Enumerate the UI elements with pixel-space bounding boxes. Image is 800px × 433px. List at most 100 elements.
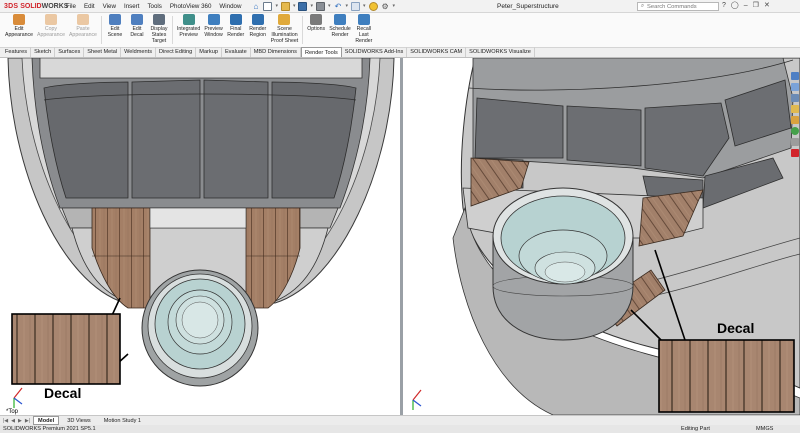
- paste-appearance-icon: [76, 14, 89, 25]
- recall-button[interactable]: Recall Last Render: [353, 13, 375, 47]
- home-tab-icon[interactable]: [791, 72, 799, 80]
- save-caret-icon[interactable]: ▾: [310, 3, 313, 9]
- menu-window[interactable]: Window: [215, 3, 245, 10]
- new-document-icon[interactable]: [263, 1, 273, 11]
- final-render-button[interactable]: Final Render: [225, 13, 247, 47]
- appearance-icon: [12, 14, 25, 25]
- logo-solid: SOLID: [20, 2, 42, 10]
- print-icon[interactable]: [315, 1, 325, 11]
- bottom-tab-motion-study-1[interactable]: Motion Study 1: [99, 416, 146, 425]
- print-caret-icon[interactable]: ▾: [328, 3, 331, 9]
- tab-surfaces[interactable]: Surfaces: [55, 47, 85, 57]
- solidworks-forum-icon[interactable]: [791, 149, 799, 157]
- select-caret-icon[interactable]: ▾: [363, 3, 366, 9]
- options-caret-icon[interactable]: ▾: [393, 3, 396, 9]
- options-button[interactable]: Options: [305, 13, 327, 47]
- integrated-preview-icon: [182, 14, 195, 25]
- tab-weldments[interactable]: Weldments: [121, 47, 157, 57]
- window-panel: [566, 105, 642, 167]
- window-panel: [474, 97, 564, 159]
- appearances-icon[interactable]: [791, 127, 799, 135]
- schedule-button[interactable]: Schedule Render: [327, 13, 353, 47]
- preview-window-button[interactable]: Preview Window: [202, 13, 224, 47]
- appearance-button[interactable]: Edit Appearance: [3, 13, 35, 47]
- view-palette-icon[interactable]: [791, 116, 799, 124]
- open-folder-icon[interactable]: [280, 1, 290, 11]
- open-caret-icon[interactable]: ▾: [293, 3, 296, 9]
- file-explorer-icon[interactable]: [791, 105, 799, 113]
- tab-sketch[interactable]: Sketch: [31, 47, 56, 57]
- decal-icon: [130, 14, 143, 25]
- ribbon-button-label: Copy Appearance: [36, 26, 65, 38]
- unit-system[interactable]: MMGS: [756, 426, 773, 432]
- bottom-tab-3d-views[interactable]: 3D Views: [62, 416, 96, 425]
- ribbon-button-label: Options: [307, 26, 326, 32]
- ribbon-button-label: Paste Appearance: [68, 26, 97, 38]
- next-tab-icon[interactable]: ▶: [18, 418, 22, 424]
- tab-evaluate[interactable]: Evaluate: [222, 47, 251, 57]
- home-icon[interactable]: ⌂: [251, 2, 260, 11]
- menu-tools[interactable]: Tools: [143, 3, 165, 10]
- save-icon[interactable]: [298, 1, 308, 11]
- right-graphics-viewport[interactable]: Decal: [403, 58, 800, 415]
- tab-markup[interactable]: Markup: [196, 47, 222, 57]
- copy-appearance-icon: [44, 14, 57, 25]
- first-tab-icon[interactable]: |◀: [3, 418, 8, 424]
- solidworks-logo[interactable]: 3DS SOLID WORKS: [4, 2, 68, 10]
- undo-icon[interactable]: ↶: [334, 2, 343, 11]
- tab-solidworks-visualize[interactable]: SOLIDWORKS Visualize: [466, 47, 535, 57]
- decal-button[interactable]: Edit Decal: [126, 13, 148, 47]
- menu-view[interactable]: View: [99, 3, 120, 10]
- status-bar: SOLIDWORKS Premium 2021 SP5.1 Editing Pa…: [0, 425, 800, 433]
- display-states-button[interactable]: Display States Target: [148, 13, 170, 47]
- new-caret-icon[interactable]: ▾: [275, 3, 278, 9]
- ribbon-button-label: Display States Target: [150, 26, 168, 44]
- tab-render-tools[interactable]: Render Tools: [300, 47, 342, 57]
- design-library-icon[interactable]: [791, 94, 799, 102]
- quick-access-toolbar: ⌂ ▾ ▾ ▾ ▾ ↶ ▾ ▾ ⚙ ▾: [251, 1, 396, 11]
- prev-tab-icon[interactable]: ◀: [11, 418, 15, 424]
- left-graphics-viewport[interactable]: Decal *Top: [0, 58, 400, 415]
- ribbon-button-label: Edit Appearance: [5, 26, 33, 38]
- undo-caret-icon[interactable]: ▾: [346, 3, 349, 9]
- search-commands-box[interactable]: ⌕ Search Commands: [637, 2, 719, 11]
- options-icon: [310, 14, 323, 25]
- tab-solidworks-add-ins[interactable]: SOLIDWORKS Add-Ins: [342, 47, 408, 57]
- tab-features[interactable]: Features: [2, 47, 32, 57]
- render-region-button[interactable]: Render Region: [247, 13, 269, 47]
- ribbon-button-label: Edit Decal: [130, 26, 144, 38]
- tab-mbd-dimensions[interactable]: MBD Dimensions: [251, 47, 301, 57]
- product-version: SOLIDWORKS Premium 2021 SP5.1: [3, 426, 96, 432]
- minimize-icon[interactable]: –: [744, 2, 748, 9]
- deck-decal-left: [91, 207, 151, 309]
- menu-photoview-360[interactable]: PhotoView 360: [166, 3, 216, 10]
- tab-direct-editing[interactable]: Direct Editing: [156, 47, 197, 57]
- help-icon[interactable]: ?: [722, 2, 726, 9]
- select-arrow-icon[interactable]: [351, 1, 361, 11]
- illumination-button[interactable]: Scene Illumination Proof Sheet: [269, 13, 300, 47]
- right-model-canvas: [412, 58, 800, 415]
- menu-edit[interactable]: Edit: [80, 3, 99, 10]
- copy-appearance-button[interactable]: Copy Appearance: [35, 13, 67, 47]
- last-tab-icon[interactable]: ▶|: [25, 418, 30, 424]
- bottom-tab-model[interactable]: Model: [33, 416, 60, 425]
- scene-icon: [108, 14, 121, 25]
- tab-sheet-metal[interactable]: Sheet Metal: [84, 47, 122, 57]
- paste-appearance-button[interactable]: Paste Appearance: [67, 13, 99, 47]
- menu-insert[interactable]: Insert: [120, 3, 143, 10]
- scene-button[interactable]: Edit Scene: [104, 13, 126, 47]
- integrated-preview-button[interactable]: Integrated Preview: [175, 13, 202, 47]
- menu-file[interactable]: File: [62, 3, 80, 10]
- command-manager-ribbon: Edit Appearance Copy Appearance Paste Appe…: [0, 13, 800, 47]
- options-gear-icon[interactable]: ⚙: [381, 2, 390, 11]
- restore-icon[interactable]: ❐: [753, 1, 759, 9]
- user-icon[interactable]: ◯: [731, 1, 739, 9]
- rebuild-icon[interactable]: [368, 1, 378, 11]
- preview-window-icon: [207, 14, 220, 25]
- ribbon-button-label: Schedule Render: [329, 26, 351, 38]
- tab-solidworks-cam[interactable]: SOLIDWORKS CAM: [407, 47, 467, 57]
- custom-properties-icon[interactable]: [791, 138, 799, 146]
- resources-tab-icon[interactable]: [791, 83, 799, 91]
- close-icon[interactable]: ✕: [764, 1, 770, 9]
- title-bar: 3DS SOLID WORKS File Edit View Insert Tools P…: [0, 0, 800, 13]
